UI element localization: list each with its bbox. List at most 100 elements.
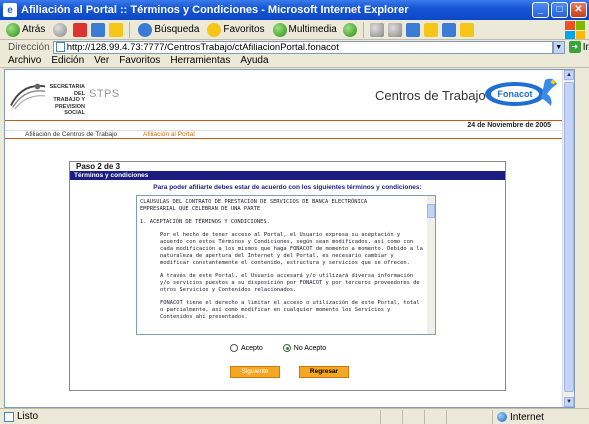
forward-arrow-icon	[53, 22, 68, 37]
page-scroll-thumb[interactable]	[564, 82, 574, 392]
discuss-icon[interactable]	[423, 22, 438, 37]
window-title: Afiliación al Portal :: Términos y Condi…	[21, 4, 409, 16]
accept-label: Acepto	[241, 344, 263, 352]
star-icon	[207, 22, 222, 37]
minimize-button[interactable]: _	[532, 2, 549, 18]
edit-icon[interactable]	[405, 22, 420, 37]
stps-acronym: STPS	[89, 88, 120, 100]
windows-logo-icon	[565, 21, 585, 39]
menu-herramientas[interactable]: Herramientas	[170, 55, 230, 66]
org-line-3: PREVISION SOCIAL	[55, 103, 85, 117]
internet-globe-icon	[497, 412, 507, 422]
history-icon[interactable]	[342, 22, 357, 37]
forward-button[interactable]	[51, 21, 69, 39]
back-arrow-icon	[6, 22, 20, 37]
decline-option[interactable]: No Acepto	[282, 344, 327, 352]
stps-logo: SECRETARIA DEL TRABAJO Y PREVISION SOCIA…	[9, 76, 129, 116]
status-bar: Listo Internet	[0, 408, 589, 424]
mexico-eagle-icon	[10, 83, 46, 110]
maximize-button[interactable]: □	[551, 2, 568, 18]
status-text: Listo	[17, 411, 39, 422]
search-label: Búsqueda	[154, 24, 200, 35]
back-button[interactable]: Atrás	[4, 21, 47, 39]
terms-heading-line2: EMPRESARIAL QUE CELEBRAN DE UNA PARTE	[140, 206, 261, 212]
address-dropdown-icon[interactable]: ▼	[552, 40, 565, 54]
org-line-1: SECRETARIA DEL	[49, 84, 85, 97]
browser-toolbar: Atrás Búsqueda Favoritos Multimedia	[0, 20, 589, 40]
terms-textarea[interactable]: CLAUSULAS DEL CONTRATO DE PRESTACION DE …	[136, 195, 436, 335]
page-status-icon	[4, 411, 14, 422]
toolbar-separator	[362, 21, 364, 38]
terms-scrollbar[interactable]	[427, 196, 435, 334]
menu-archivo[interactable]: Archivo	[8, 55, 41, 66]
page-header: SECRETARIA DEL TRABAJO Y PREVISION SOCIA…	[5, 70, 563, 120]
multimedia-label: Multimedia	[288, 24, 337, 35]
status-cells	[380, 410, 468, 424]
fonacot-logo: Fonacot	[485, 78, 557, 106]
accept-option[interactable]: Acepto	[230, 344, 263, 352]
favorites-label: Favoritos	[223, 24, 265, 35]
terms-scroll-thumb[interactable]	[427, 204, 435, 218]
search-icon	[138, 22, 153, 37]
terms-heading: CLAUSULAS DEL CONTRATO DE PRESTACION DE …	[140, 199, 423, 213]
search-button[interactable]: Búsqueda	[136, 21, 201, 39]
mail-icon[interactable]	[369, 22, 384, 37]
folder-icon[interactable]	[459, 22, 474, 37]
menu-ayuda[interactable]: Ayuda	[240, 55, 268, 66]
zone-label: Internet	[510, 411, 544, 423]
terms-paragraph-2: A través de este Portal, el Usuario acce…	[160, 273, 420, 293]
terms-card: Paso 2 de 3 Términos y condiciones Para …	[69, 161, 506, 391]
org-name: SECRETARIA DEL TRABAJO Y PREVISION SOCIA…	[47, 84, 85, 117]
go-label: Ir	[582, 41, 589, 53]
section-header: Términos y condiciones	[70, 171, 505, 180]
next-button[interactable]: Siguiente	[230, 366, 280, 378]
acceptance-radio-group: Acepto No Acepto	[230, 344, 326, 352]
address-bar: Dirección http://128.99.4.73:7777/Centro…	[0, 40, 589, 54]
nav-afiliacion-centros[interactable]: Afiliación de Centros de Trabajo	[25, 131, 117, 139]
multimedia-icon	[272, 22, 287, 37]
page-title: Centros de Trabajo	[375, 88, 486, 103]
page-viewport: SECRETARIA DEL TRABAJO Y PREVISION SOCIA…	[4, 69, 575, 408]
title-bar: e Afiliación al Portal :: Términos y Con…	[0, 0, 589, 20]
address-label: Dirección	[8, 41, 50, 53]
scroll-up-icon[interactable]: ▲	[564, 70, 574, 80]
date-display: 24 de Noviembre de 2005	[5, 120, 563, 130]
fonacot-logo-text: Fonacot	[498, 89, 533, 99]
menu-bar: Archivo Edición Ver Favoritos Herramient…	[0, 54, 589, 68]
page-scrollbar[interactable]: ▲ ▼	[562, 70, 574, 407]
intro-text: Para poder afiliarte debes estar de acue…	[153, 184, 422, 191]
breadcrumb: Afiliación de Centros de Trabajo Afiliac…	[5, 130, 563, 139]
decline-label: No Acepto	[293, 344, 327, 352]
home-icon[interactable]	[109, 22, 124, 37]
go-arrow-icon: ➜	[568, 41, 581, 53]
terms-paragraph-1: Por el hecho de tener acceso al Portal, …	[160, 232, 423, 266]
nav-afiliacion-portal[interactable]: Afiliación al Portal	[143, 131, 195, 139]
address-url: http://128.99.4.73:7777/CentrosTrabajo/c…	[66, 41, 339, 53]
menu-favoritos[interactable]: Favoritos	[119, 55, 160, 66]
menu-edicion[interactable]: Edición	[51, 55, 84, 66]
address-input[interactable]: http://128.99.4.73:7777/CentrosTrabajo/c…	[52, 40, 553, 54]
favorites-button[interactable]: Favoritos	[205, 21, 266, 39]
refresh-icon[interactable]	[91, 22, 106, 37]
menu-ver[interactable]: Ver	[94, 55, 109, 66]
accept-radio[interactable]	[230, 344, 238, 352]
org-line-2: TRABAJO Y	[53, 97, 85, 103]
terms-heading-line1: CLAUSULAS DEL CONTRATO DE PRESTACION DE …	[140, 199, 368, 205]
terms-paragraph-3: FONACOT tiene el derecho a limitar el ac…	[160, 300, 420, 320]
close-button[interactable]: ✕	[570, 2, 587, 18]
security-zone: Internet	[492, 410, 589, 424]
step-indicator: Paso 2 de 3	[76, 162, 121, 171]
toolbar-separator	[129, 21, 131, 38]
terms-section-title: 1. ACEPTACIÓN DE TÉRMINOS Y CONDICIONES.	[140, 219, 270, 225]
back-label: Atrás	[22, 24, 46, 35]
multimedia-button[interactable]: Multimedia	[271, 21, 339, 39]
decline-radio[interactable]	[282, 344, 291, 352]
messenger-icon[interactable]	[441, 22, 456, 37]
ie-app-icon: e	[3, 3, 17, 17]
page-icon	[55, 42, 65, 52]
back-button-form[interactable]: Regresar	[299, 366, 349, 378]
print-icon[interactable]	[387, 22, 402, 37]
stop-icon[interactable]	[73, 22, 88, 37]
go-button[interactable]: ➜ Ir	[568, 41, 589, 53]
scroll-down-icon[interactable]: ▼	[564, 397, 574, 407]
